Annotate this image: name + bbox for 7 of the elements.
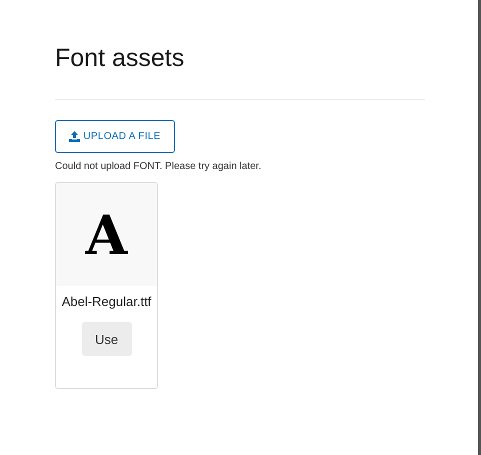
upload-button[interactable]: UPLOAD A FILE bbox=[55, 120, 175, 153]
error-message: Could not upload FONT. Please try again later. bbox=[55, 161, 262, 172]
page-title: Font assets bbox=[55, 43, 186, 74]
use-button[interactable]: Use bbox=[82, 322, 132, 356]
font-file-name: Abel-Regular.ttf bbox=[62, 293, 152, 311]
font-preview: A bbox=[56, 183, 157, 286]
upload-icon bbox=[69, 131, 80, 142]
